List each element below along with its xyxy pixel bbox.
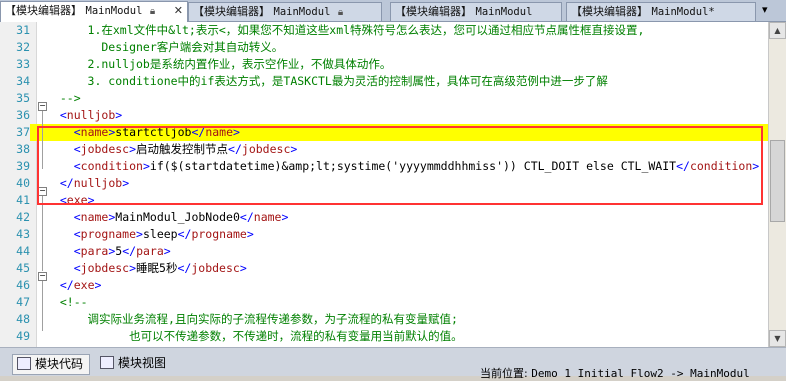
collapse-comment-icon[interactable]: − [38,272,47,281]
tab-module-code[interactable]: 模块代码 [12,354,91,375]
code-line[interactable]: 33 2.nulljob是系统内置作业，表示空作业，不做具体动作。 [0,56,768,73]
code-view-icon [17,357,31,370]
bottom-bar: 模块代码 模块视图 当前位置: Demo 1 Initial Flow2 -> … [0,347,786,380]
tab-label: 【模块编辑器】 [193,5,270,18]
line-code: <para>5</para> [73,244,171,258]
line-number: 45 [16,261,30,275]
tab-module-name: MainModul [273,6,331,18]
line-number: 44 [16,244,30,258]
vertical-scrollbar[interactable]: ▲ ▼ [768,22,786,347]
line-code: <condition>if($(startdatetime)&amp;lt;sy… [73,159,760,173]
code-line[interactable]: 49 也可以不传递参数，不传递时，流程的私有变量用当前默认的值。 [0,328,768,345]
document-tab-bar: 【模块编辑器】 MainModul 🔒︎ ✕ 【模块编辑器】 MainModul… [0,0,786,22]
line-number: 32 [16,40,30,54]
line-code: 2.nulljob是系统内置作业，表示空作业，不做具体动作。 [46,57,392,71]
tab-module-editor-1[interactable]: 【模块编辑器】 MainModul 🔒︎ ✕ [0,1,188,22]
scroll-down-icon[interactable]: ▼ [769,330,786,347]
code-line[interactable]: 32 Designer客户端会对其自动转义。 [0,39,768,56]
scrollbar-thumb[interactable] [770,140,785,222]
status-path: Demo 1 Initial Flow2 -> MainModul [531,367,750,380]
tab-module-editor-3[interactable]: 【模块编辑器】 MainModul [390,2,562,21]
line-code: <exe> [59,193,95,207]
line-number: 43 [16,227,30,241]
code-line[interactable]: 47 <!-- [0,294,768,311]
line-code: <name>startctljob</name> [73,125,240,139]
collapse-exe-icon[interactable]: − [38,187,47,196]
tab-label: 【模块编辑器】 [571,5,648,18]
tab-module-editor-4[interactable]: 【模块编辑器】 MainModul* [566,2,756,21]
tab-module-code-label: 模块代码 [35,357,84,371]
line-code: </exe> [59,278,102,292]
line-code: <!-- [46,295,88,309]
line-number: 46 [16,278,30,292]
close-icon[interactable]: ✕ [174,2,183,19]
code-line[interactable]: 35 --> [0,90,768,107]
line-code: <nulljob> [59,108,123,122]
line-code: 3. conditione中的if表达方式，是TASKCTL最为灵活的控制属性，… [46,74,608,88]
code-line[interactable]: 44 <para>5</para> [0,243,768,260]
line-number: 39 [16,159,30,173]
tab-module-name: MainModul* [651,6,715,18]
line-number: 34 [16,74,30,88]
line-code: <name>MainModul_JobNode0</name> [73,210,289,224]
line-number: 37 [0,124,30,141]
code-line[interactable]: 42 <name>MainModul_JobNode0</name> [0,209,768,226]
line-number: 36 [16,108,30,122]
line-number: 35 [16,91,30,105]
tab-overflow-arrow[interactable]: ▾ [762,3,768,16]
code-line[interactable]: 46 </exe> [0,277,768,294]
code-line[interactable]: 34 3. conditione中的if表达方式，是TASKCTL最为灵活的控制… [0,73,768,90]
code-line[interactable]: 39 <condition>if($(startdatetime)&amp;lt… [0,158,768,175]
line-number: 40 [16,176,30,190]
tab-module-view[interactable]: 模块视图 [100,354,166,373]
code-line[interactable]: 40 </nulljob> [0,175,768,192]
line-code: 调实际业务流程,且向实际的子流程传递参数，为子流程的私有变量赋值; [46,312,458,326]
code-editor[interactable]: 31 1.在xml文件中&lt;表示<，如果您不知道这些xml特殊符号怎么表达，… [0,22,768,347]
line-number: 33 [16,57,30,71]
line-code: <progname>sleep</progname> [73,227,254,241]
scroll-up-icon[interactable]: ▲ [769,22,786,39]
code-line[interactable]: 45 <jobdesc>睡眠5秒</jobdesc> [0,260,768,277]
line-number: 42 [16,210,30,224]
line-number: 49 [16,329,30,343]
code-line[interactable]: 41 <exe> [0,192,768,209]
tab-module-view-label: 模块视图 [118,356,167,370]
line-number: 41 [16,193,30,207]
line-code: <jobdesc>启动触发控制节点</jobdesc> [73,142,298,156]
line-code: --> [46,91,81,105]
line-code: 也可以不传递参数，不传递时，流程的私有变量用当前默认的值。 [46,329,463,343]
current-location-status: 当前位置: Demo 1 Initial Flow2 -> MainModul [480,365,750,381]
tab-module-name: MainModul [85,5,143,17]
line-code: 1.在xml文件中&lt;表示<，如果您不知道这些xml特殊符号怎么表达，您可以… [46,23,645,37]
code-line[interactable]: 38 <jobdesc>启动触发控制节点</jobdesc> [0,141,768,158]
line-code: Designer客户端会对其自动转义。 [46,40,284,54]
line-code: <jobdesc>睡眠5秒</jobdesc> [73,261,247,275]
code-line[interactable]: 36 <nulljob> [0,107,768,124]
collapse-nulljob-icon[interactable]: − [38,102,47,111]
line-code: </nulljob> [59,176,130,190]
line-number: 31 [16,23,30,37]
status-prefix: 当前位置: [480,367,528,380]
code-line[interactable]: 31 1.在xml文件中&lt;表示<，如果您不知道这些xml特殊符号怎么表达，… [0,22,768,39]
fold-margin: − − − [37,22,47,347]
tab-module-name: MainModul [475,6,533,18]
code-line[interactable]: 43 <progname>sleep</progname> [0,226,768,243]
code-line[interactable]: 37 <name>startctljob</name> [0,124,768,141]
code-line[interactable]: 48 调实际业务流程,且向实际的子流程传递参数，为子流程的私有变量赋值; [0,311,768,328]
tab-module-editor-2[interactable]: 【模块编辑器】 MainModul 🔒︎ [188,2,382,21]
line-number: 47 [16,295,30,309]
tab-label: 【模块编辑器】 [5,4,82,17]
line-number: 48 [16,312,30,326]
line-number: 38 [16,142,30,156]
tab-label: 【模块编辑器】 [395,5,472,18]
diagram-view-icon [100,356,114,369]
lock-icon: 🔒︎ [149,6,156,17]
lock-icon: 🔒︎ [337,7,344,18]
